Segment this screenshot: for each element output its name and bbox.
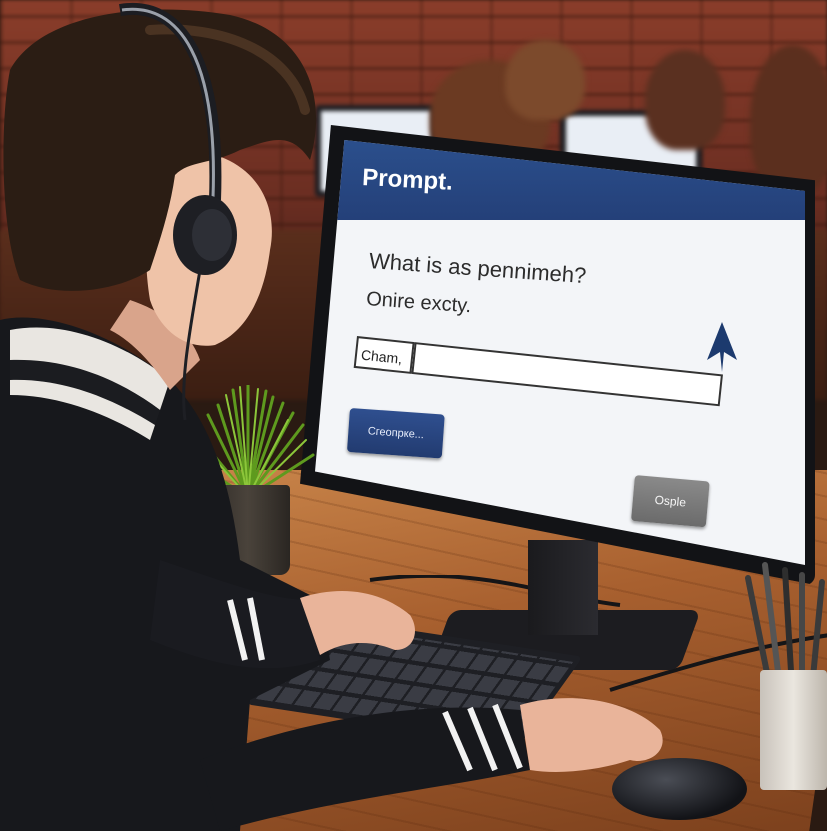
classroom-scene: Prompt. What is as pennimeh? Onire excty… xyxy=(0,0,827,831)
student-with-headset xyxy=(0,2,663,831)
